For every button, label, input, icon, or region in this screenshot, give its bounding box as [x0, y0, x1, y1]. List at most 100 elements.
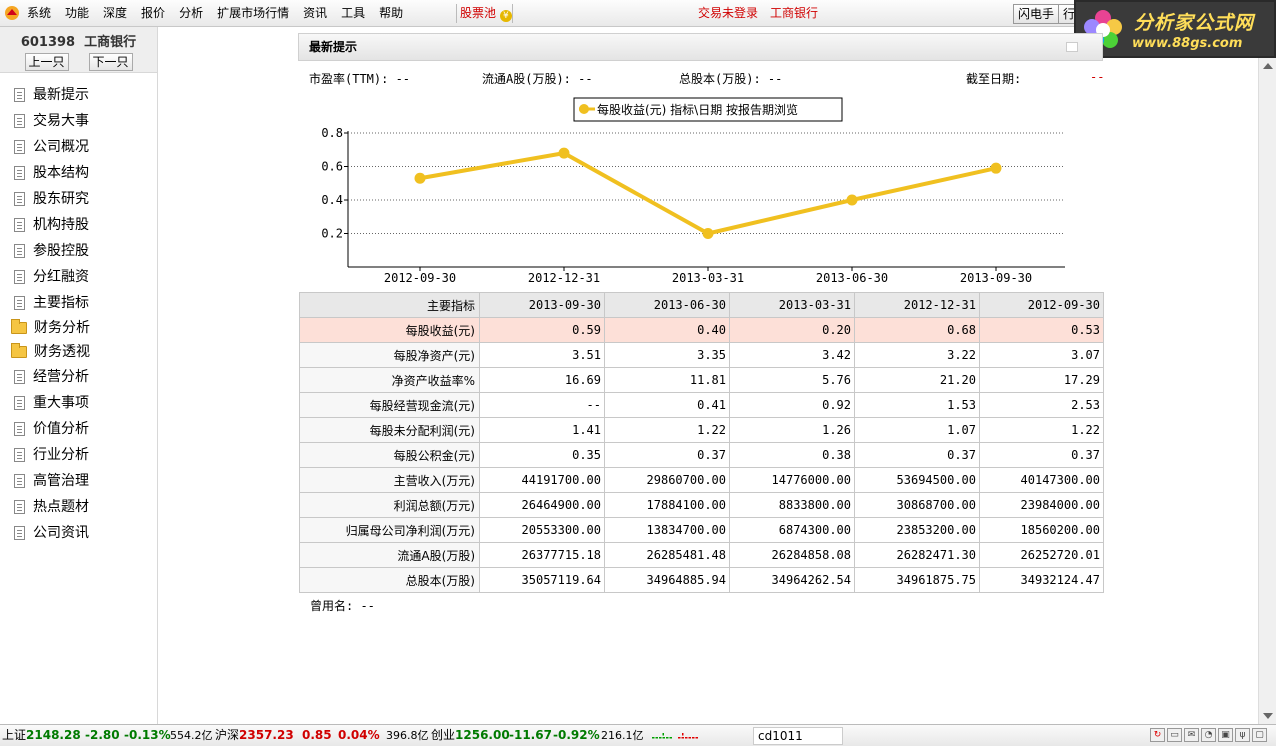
x-tick-label: 2012-09-30: [384, 271, 456, 285]
sidebar-item[interactable]: 公司概况: [0, 134, 157, 160]
window-icon[interactable]: ▢: [1252, 728, 1267, 742]
sidebar-item[interactable]: 行业分析: [0, 442, 157, 468]
sidebar-item[interactable]: 股东研究: [0, 186, 157, 212]
document-icon: [14, 526, 25, 540]
table-cell: 21.20: [854, 367, 980, 393]
table-header-cell[interactable]: 主要指标: [299, 292, 480, 318]
table-cell: 18560200.00: [979, 517, 1104, 543]
cy-index[interactable]: 创业1256.00: [431, 725, 510, 746]
cy-pct: -0.92%: [553, 728, 600, 742]
divider: [512, 4, 513, 23]
lock-icon[interactable]: ▣: [1218, 728, 1233, 742]
sidebar-item[interactable]: 股本结构: [0, 160, 157, 186]
sidebar-item[interactable]: 公司资讯: [0, 520, 157, 546]
table-row[interactable]: 净资产收益率% 16.69 11.81 5.76 21.20 17.29: [299, 367, 1104, 393]
table-row[interactable]: 每股经营现金流(元) -- 0.41 0.92 1.53 2.53: [299, 392, 1104, 418]
table-row[interactable]: 每股公积金(元) 0.35 0.37 0.38 0.37 0.37: [299, 442, 1104, 468]
mail-icon[interactable]: ✉: [1184, 728, 1199, 742]
menu-item[interactable]: 分析: [172, 0, 210, 27]
scroll-down-icon[interactable]: [1263, 713, 1273, 719]
menu-item[interactable]: 帮助: [372, 0, 410, 27]
message-icon[interactable]: ▭: [1167, 728, 1182, 742]
sidebar-item[interactable]: 最新提示: [0, 82, 157, 108]
sidebar-list: 最新提示 交易大事 公司概况 股本结构股东研究机构持股参股控股分红融资 主要指标 财务分析…: [0, 73, 157, 546]
signal-icon[interactable]: ψ: [1235, 728, 1250, 742]
refresh-icon[interactable]: ↻: [1150, 728, 1165, 742]
table-cell: 1.53: [854, 392, 980, 418]
sidebar-item[interactable]: 财务分析: [0, 316, 157, 340]
table-header-cell[interactable]: 2012-09-30: [979, 292, 1104, 318]
table-row[interactable]: 每股净资产(元) 3.51 3.35 3.42 3.22 3.07: [299, 342, 1104, 368]
hs-value: 2357.23: [239, 728, 294, 742]
table-row[interactable]: 归属母公司净利润(万元) 20553300.00 13834700.00 687430…: [299, 517, 1104, 543]
sidebar-item[interactable]: 分红融资: [0, 264, 157, 290]
sidebar-item-label: 股东研究: [33, 191, 89, 207]
trade-login-status[interactable]: 交易未登录: [698, 0, 758, 27]
stock-pool-menu[interactable]: 股票池 ¥: [460, 0, 512, 27]
table-row[interactable]: 流通A股(万股) 26377715.18 26285481.48 26284858.0…: [299, 542, 1104, 568]
sidebar-item[interactable]: 参股控股: [0, 238, 157, 264]
data-point: [414, 172, 426, 184]
table-header-cell[interactable]: 2013-06-30: [604, 292, 730, 318]
table-cell: 26282471.30: [854, 542, 980, 568]
sidebar-item[interactable]: 交易大事: [0, 108, 157, 134]
hs-index[interactable]: 沪深2357.23: [215, 725, 294, 746]
sidebar-item-label: 公司资讯: [33, 525, 89, 541]
chat-icon[interactable]: ◔: [1201, 728, 1216, 742]
sh-index[interactable]: 上证2148.28: [2, 725, 81, 746]
table-row[interactable]: 每股收益(元) 0.59 0.40 0.20 0.68 0.53: [299, 317, 1104, 343]
menu-item[interactable]: 工具: [334, 0, 372, 27]
table-cell: 0.37: [979, 442, 1104, 468]
menu-item[interactable]: 资讯: [296, 0, 334, 27]
document-icon: [14, 166, 25, 180]
menu-item[interactable]: 系统: [20, 0, 58, 27]
table-cell: --: [479, 392, 605, 418]
sidebar-item[interactable]: 价值分析: [0, 416, 157, 442]
table-row[interactable]: 主营收入(万元) 44191700.00 29860700.00 14776000.0…: [299, 467, 1104, 493]
table-cell: 0.41: [604, 392, 730, 418]
table-row[interactable]: 利润总额(万元) 26464900.00 17884100.00 8833800.00…: [299, 492, 1104, 518]
menu-item[interactable]: 扩展市场行情: [210, 0, 296, 27]
table-row[interactable]: 每股未分配利润(元) 1.41 1.22 1.26 1.07 1.22: [299, 417, 1104, 443]
document-icon: [14, 88, 25, 102]
sidebar-item[interactable]: 重大事项: [0, 390, 157, 416]
next-stock-button[interactable]: 下一只: [88, 53, 133, 71]
menu-item[interactable]: 报价: [134, 0, 172, 27]
vertical-scrollbar[interactable]: [1258, 58, 1276, 724]
table-cell: 17.29: [979, 367, 1104, 393]
table-cell: 1.22: [604, 417, 730, 443]
scroll-up-icon[interactable]: [1263, 63, 1273, 69]
menu-item[interactable]: 深度: [96, 0, 134, 27]
table-header-cell[interactable]: 2013-03-31: [729, 292, 855, 318]
menu-items: 系统 功能 深度 报价 分析 扩展市场行情 资讯 工具 帮助: [20, 0, 410, 27]
hs-label: 沪深: [215, 728, 240, 742]
table-header-cell[interactable]: 2012-12-31: [854, 292, 980, 318]
sidebar-item[interactable]: 机构持股: [0, 212, 157, 238]
table-row[interactable]: 总股本(万股) 35057119.64 34964885.94 34964262.54…: [299, 567, 1104, 593]
sidebar-item[interactable]: 财务透视: [0, 340, 157, 364]
data-point: [846, 194, 858, 206]
cy-change: -11.67: [509, 728, 552, 742]
document-icon: [14, 114, 25, 128]
table-cell: 0.37: [604, 442, 730, 468]
divider: [456, 4, 457, 23]
sh-pct: -0.13%: [124, 728, 171, 742]
stock-title: 601398 工商银行: [0, 27, 157, 50]
sidebar-item[interactable]: 热点题材: [0, 494, 157, 520]
table-cell: 3.51: [479, 342, 605, 368]
sidebar-item[interactable]: 高管治理: [0, 468, 157, 494]
sidebar-item-label: 高管治理: [33, 473, 89, 489]
y-tick-label: 0.8: [321, 126, 343, 140]
table-header-cell[interactable]: 2013-09-30: [479, 292, 605, 318]
document-icon: [14, 192, 25, 206]
table-cell: 3.35: [604, 342, 730, 368]
sidebar-item-label: 参股控股: [33, 243, 89, 259]
hs-amount: 396.8亿: [386, 729, 429, 742]
sidebar-item-label: 经营分析: [33, 369, 89, 385]
sidebar-item[interactable]: 主要指标: [0, 290, 157, 316]
sidebar-item[interactable]: 经营分析: [0, 364, 157, 390]
menu-item[interactable]: 功能: [58, 0, 96, 27]
row-label: 净资产收益率%: [299, 367, 480, 393]
prev-stock-button[interactable]: 上一只: [24, 53, 69, 71]
flash-trade-button[interactable]: 闪电手: [1013, 4, 1060, 24]
